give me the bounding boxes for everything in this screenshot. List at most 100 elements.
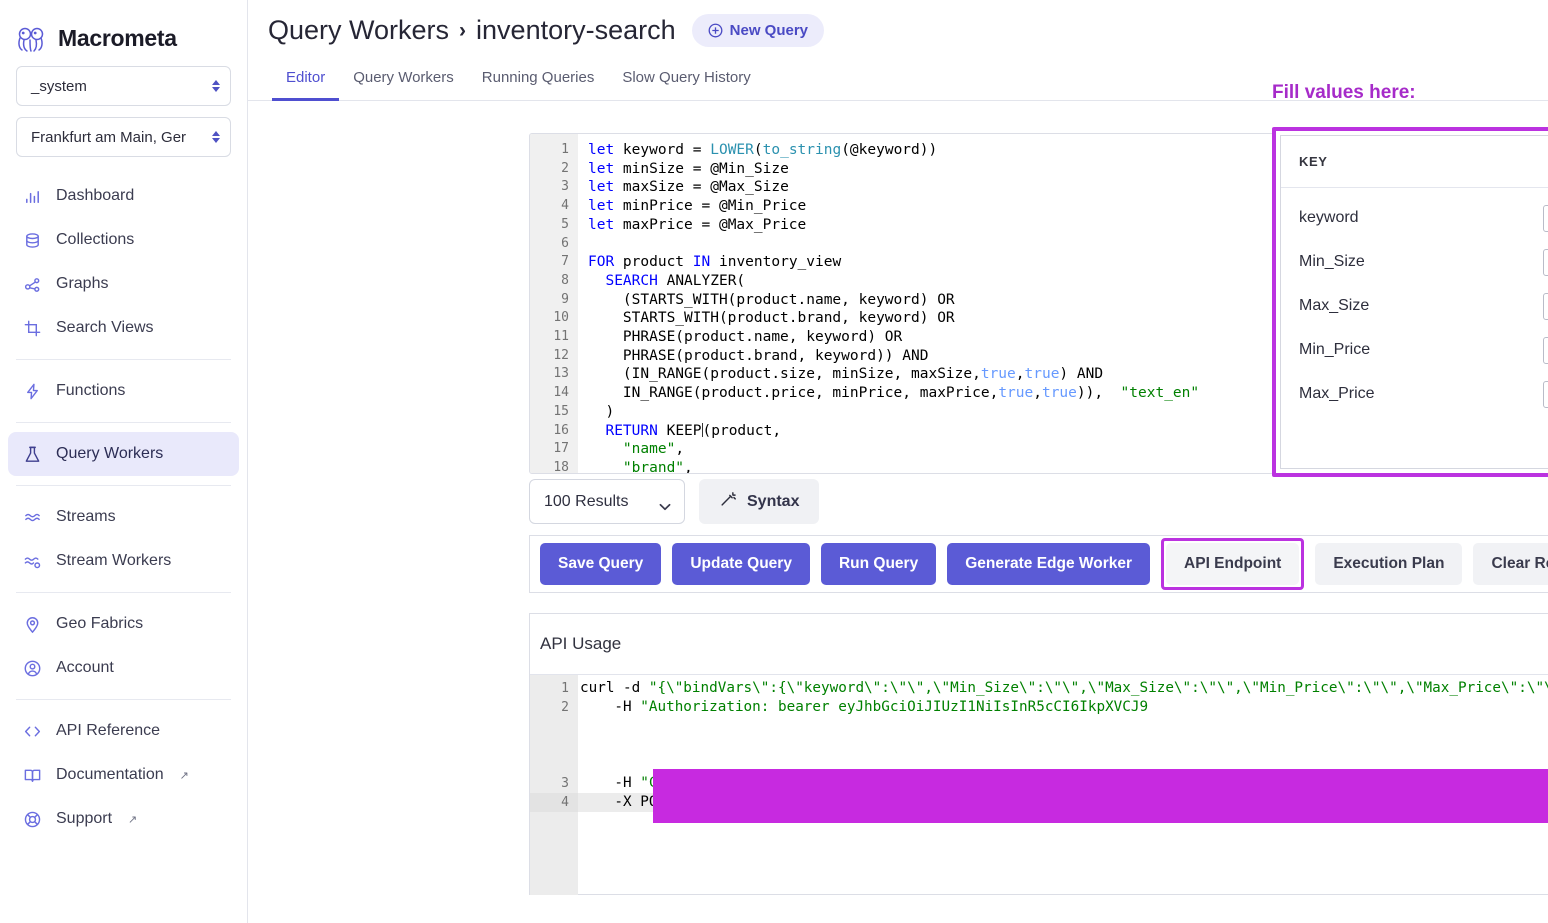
bind-value-input-min-price[interactable] — [1543, 337, 1548, 364]
syntax-button[interactable]: Syntax — [699, 479, 819, 524]
fabric-select[interactable]: _system — [16, 66, 231, 106]
code-line: FOR product IN inventory_view — [588, 253, 1273, 272]
sidebar-item-support[interactable]: Support ↗ — [8, 797, 239, 841]
breadcrumb-parent[interactable]: Query Workers — [268, 15, 449, 46]
code-line: (IN_RANGE(product.size, minSize, maxSize… — [588, 365, 1273, 384]
crop-frame-icon — [22, 318, 42, 338]
bind-key-label: keyword — [1299, 209, 1543, 227]
tab-query-workers[interactable]: Query Workers — [339, 69, 468, 101]
api-usage-code[interactable]: 1 2 3 4 curl -d "{\"bindVars\":{\"keywor… — [530, 675, 1548, 895]
sidebar-item-label: Account — [56, 659, 114, 677]
new-query-button[interactable]: New Query — [692, 14, 824, 47]
sidebar-item-label: Documentation — [56, 766, 164, 784]
line-number: 13 — [530, 365, 578, 384]
generate-edge-worker-button[interactable]: Generate Edge Worker — [947, 543, 1150, 585]
line-number: 6 — [530, 235, 578, 254]
sidebar-item-functions[interactable]: Functions — [8, 369, 239, 413]
clear-results-button[interactable]: Clear Results — [1473, 543, 1548, 585]
line-number: 1 — [530, 679, 578, 698]
tab-slow-query-history[interactable]: Slow Query History — [608, 69, 764, 101]
sidebar-item-collections[interactable]: Collections — [8, 218, 239, 262]
external-link-icon: ↗ — [128, 813, 137, 826]
bind-key-label: Min_Price — [1299, 341, 1543, 359]
tab-editor[interactable]: Editor — [272, 69, 339, 101]
api-usage-card: API Usage Clear 1 2 3 4 curl -d "{\"bind… — [529, 613, 1548, 895]
sidebar-item-streams[interactable]: Streams — [8, 495, 239, 539]
sidebar-divider — [16, 485, 231, 486]
sidebar-item-stream-workers[interactable]: Stream Workers — [8, 539, 239, 583]
update-query-button[interactable]: Update Query — [672, 543, 810, 585]
bind-row: keyword — [1299, 196, 1548, 240]
execution-plan-button[interactable]: Execution Plan — [1315, 543, 1462, 585]
breadcrumb: Query Workers › inventory-search — [268, 15, 676, 46]
sidebar-item-label: Dashboard — [56, 187, 134, 205]
code-brackets-icon — [22, 721, 42, 741]
sidebar-item-label: Streams — [56, 508, 116, 526]
region-select[interactable]: Frankfurt am Main, Ger — [16, 117, 231, 157]
query-editor[interactable]: 1 2 3 4 5 6 7 8 9 10 11 12 13 14 15 16 1… — [529, 133, 1274, 474]
bind-key-label: Max_Size — [1299, 297, 1543, 315]
line-number: 16 — [530, 422, 578, 441]
code-line: let keyword = LOWER(to_string(@keyword)) — [588, 141, 1273, 160]
sidebar-item-label: Query Workers — [56, 445, 163, 463]
line-number: 18 — [530, 459, 578, 474]
updown-arrows-icon — [212, 131, 220, 143]
save-query-button[interactable]: Save Query — [540, 543, 661, 585]
lightning-bolt-icon — [22, 381, 42, 401]
code-line: PHRASE(product.brand, keyword)) AND — [588, 347, 1273, 366]
bind-row: Max_Size — [1299, 284, 1548, 328]
code-line — [588, 235, 1273, 254]
bind-key-label: Max_Price — [1299, 385, 1543, 403]
line-number: 1 — [530, 141, 578, 160]
sidebar-item-graphs[interactable]: Graphs — [8, 262, 239, 306]
code-line: "brand", — [588, 459, 1273, 474]
bind-value-input-keyword[interactable] — [1543, 205, 1548, 232]
sidebar-item-documentation[interactable]: Documentation ↗ — [8, 753, 239, 797]
sidebar-item-query-workers[interactable]: Query Workers — [8, 432, 239, 476]
line-number: 2 — [530, 698, 578, 717]
api-usage-header: API Usage Clear — [530, 614, 1548, 675]
brand-name: Macrometa — [58, 25, 177, 52]
code-line: STARTS_WITH(product.brand, keyword) OR — [588, 309, 1273, 328]
sidebar-item-label: Collections — [56, 231, 134, 249]
code-line: IN_RANGE(product.price, minPrice, maxPri… — [588, 384, 1273, 403]
sidebar-item-search-views[interactable]: Search Views — [8, 306, 239, 350]
sidebar-item-label: Graphs — [56, 275, 108, 293]
sidebar-item-account[interactable]: Account — [8, 646, 239, 690]
external-link-icon: ↗ — [180, 769, 189, 782]
line-number: 5 — [530, 216, 578, 235]
editor-code-area[interactable]: let keyword = LOWER(to_string(@keyword))… — [578, 134, 1273, 473]
user-circle-icon — [22, 658, 42, 678]
fill-values-annotation: Fill values here: — [1272, 82, 1416, 104]
bar-chart-icon — [22, 186, 42, 206]
line-number: 12 — [530, 347, 578, 366]
api-line-numbers: 1 2 3 4 — [530, 675, 578, 895]
magic-wand-icon — [719, 490, 737, 513]
line-number: 3 — [530, 774, 578, 793]
column-header-key: KEY — [1299, 154, 1548, 169]
tab-running-queries[interactable]: Running Queries — [468, 69, 609, 101]
bind-row: Max_Price — [1299, 372, 1548, 416]
chevron-down-icon — [659, 498, 670, 505]
breadcrumb-current: inventory-search — [476, 15, 676, 46]
code-line: let maxPrice = @Max_Price — [588, 216, 1273, 235]
sidebar-item-label: Support — [56, 810, 112, 828]
api-endpoint-button[interactable]: API Endpoint — [1166, 543, 1299, 585]
database-icon — [22, 230, 42, 250]
api-code-line: -H "Authorization: bearer eyJhbGciOiJIUz… — [578, 698, 1548, 717]
line-number: 4 — [530, 197, 578, 216]
sidebar-item-label: Search Views — [56, 319, 154, 337]
bind-value-input-max-size[interactable] — [1543, 293, 1548, 320]
code-line: let minSize = @Min_Size — [588, 160, 1273, 179]
sidebar-item-geo-fabrics[interactable]: Geo Fabrics — [8, 602, 239, 646]
run-query-button[interactable]: Run Query — [821, 543, 936, 585]
sidebar-selects: _system Frankfurt am Main, Ger — [0, 62, 247, 157]
map-pin-icon — [22, 614, 42, 634]
bind-value-input-max-price[interactable] — [1543, 381, 1548, 408]
plus-circle-icon — [708, 23, 723, 38]
sidebar-divider — [16, 699, 231, 700]
sidebar-item-dashboard[interactable]: Dashboard — [8, 174, 239, 218]
bind-value-input-min-size[interactable] — [1543, 249, 1548, 276]
sidebar-item-api-reference[interactable]: API Reference — [8, 709, 239, 753]
results-limit-select[interactable]: 100 Results — [529, 479, 685, 524]
